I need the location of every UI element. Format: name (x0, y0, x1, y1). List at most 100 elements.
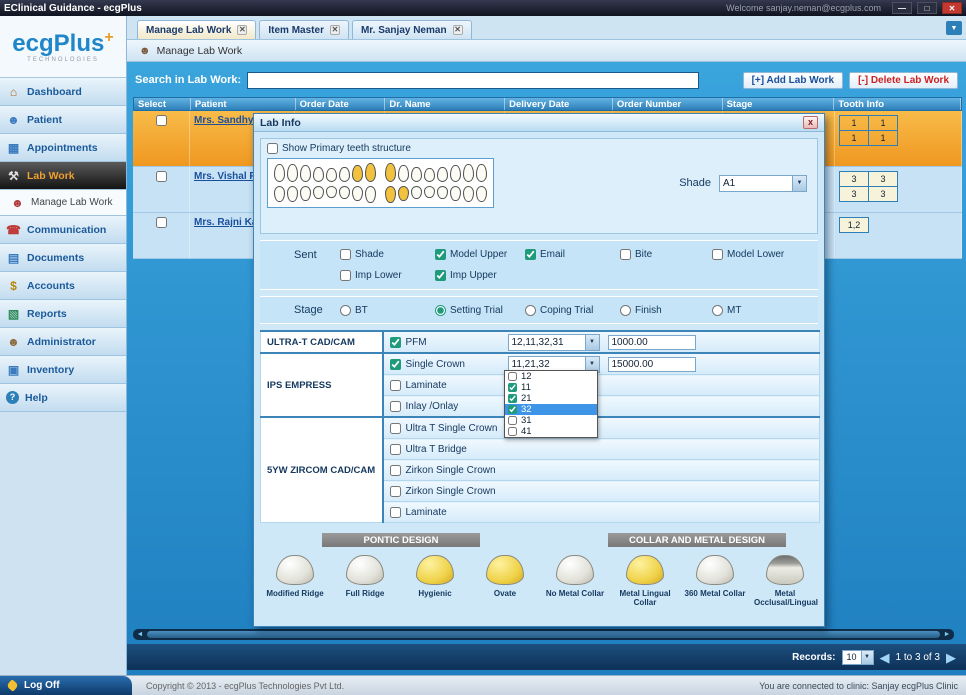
stage-option-coping-trial[interactable]: Coping Trial (525, 304, 620, 316)
tab-item-master[interactable]: Item Master✕ (259, 20, 349, 39)
sidebar-item-communication[interactable]: ☎Communication (0, 216, 126, 244)
sidebar-item-documents[interactable]: ▤Documents (0, 244, 126, 272)
maximize-button[interactable]: □ (917, 2, 937, 14)
tooth-icon[interactable] (437, 186, 448, 199)
tooth-icon[interactable] (352, 186, 363, 201)
tab-manage-lab-work[interactable]: Manage Lab Work✕ (137, 20, 256, 39)
tooth-icon[interactable] (339, 167, 350, 182)
radio[interactable] (435, 305, 446, 316)
show-primary-teeth-checkbox[interactable]: Show Primary teeth structure (267, 143, 811, 154)
tooth-icon[interactable] (411, 167, 422, 182)
product-checkbox-laminate[interactable]: Laminate (390, 380, 500, 391)
sidebar-item-reports[interactable]: ▧Reports (0, 300, 126, 328)
product-checkbox-single-crown[interactable]: Single Crown (390, 359, 500, 370)
tooth-icon[interactable] (287, 186, 298, 202)
checkbox[interactable] (390, 465, 401, 476)
tooth-icon[interactable] (385, 186, 396, 203)
add-lab-work-button[interactable]: [+] Add Lab Work (743, 72, 844, 89)
product-checkbox-laminate[interactable]: Laminate (390, 507, 500, 518)
tooth-icon[interactable] (313, 186, 324, 199)
checkbox[interactable] (156, 171, 167, 182)
tooth-icon[interactable] (463, 164, 474, 182)
log-off-button[interactable]: Log Off (0, 676, 132, 695)
column-header-dr-name[interactable]: Dr. Name (385, 98, 505, 110)
design-option-metal-occlusal-lingual[interactable]: Metal Occlusal/Lingual (750, 555, 820, 607)
sidebar-item-help[interactable]: ?Help (0, 384, 126, 412)
horizontal-scrollbar[interactable]: ◄ ► (133, 629, 954, 640)
shade-select[interactable]: A1 ▼ (719, 175, 807, 192)
design-option-metal-lingual-collar[interactable]: Metal Lingual Collar (610, 555, 680, 607)
checkbox[interactable] (508, 416, 517, 425)
design-option-modified-ridge[interactable]: Modified Ridge (260, 555, 330, 607)
dialog-header[interactable]: Lab Info x (254, 114, 824, 132)
tooth-icon[interactable] (437, 167, 448, 182)
stage-option-bt[interactable]: BT (340, 304, 435, 316)
design-option-no-metal-collar[interactable]: No Metal Collar (540, 555, 610, 607)
checkbox[interactable] (267, 143, 278, 154)
previous-page-button[interactable]: ◀ (880, 651, 890, 664)
sidebar-item-manage-lab-work[interactable]: ☻Manage Lab Work (0, 190, 126, 216)
radio[interactable] (620, 305, 631, 316)
scrollbar-thumb[interactable] (147, 631, 940, 638)
checkbox[interactable] (508, 372, 517, 381)
sent-option-imp-upper[interactable]: Imp Upper (435, 270, 525, 281)
sidebar-item-appointments[interactable]: ▦Appointments (0, 134, 126, 162)
tooth-icon[interactable] (424, 168, 435, 182)
checkbox[interactable] (508, 394, 517, 403)
product-checkbox-zirkon-single-crown[interactable]: Zirkon Single Crown (390, 465, 500, 476)
tooth-icon[interactable] (300, 186, 311, 201)
tab-close-icon[interactable]: ✕ (330, 25, 340, 35)
sidebar-item-administrator[interactable]: ☻Administrator (0, 328, 126, 356)
tooth-icon[interactable] (352, 165, 363, 182)
tooth-icon[interactable] (365, 163, 376, 182)
checkbox[interactable] (390, 359, 401, 370)
sidebar-item-patient[interactable]: ☻Patient (0, 106, 126, 134)
price-input[interactable] (608, 357, 696, 372)
design-option-ovate[interactable]: Ovate (470, 555, 540, 607)
column-header-order-date[interactable]: Order Date (296, 98, 386, 110)
scroll-left-icon[interactable]: ◄ (133, 631, 147, 638)
checkbox[interactable] (508, 427, 517, 436)
sidebar-item-dashboard[interactable]: ⌂Dashboard (0, 78, 126, 106)
tooth-icon[interactable] (385, 163, 396, 182)
scroll-right-icon[interactable]: ► (940, 631, 954, 638)
checkbox[interactable] (712, 249, 723, 260)
tooth-icon[interactable] (398, 186, 409, 201)
sent-option-bite[interactable]: Bite (620, 249, 712, 260)
tooth-icon[interactable] (274, 186, 285, 202)
sidebar-item-lab-work[interactable]: ⚒Lab Work (0, 162, 126, 190)
product-checkbox-pfm[interactable]: PFM (390, 337, 500, 348)
tab-overflow-dropdown[interactable]: ▼ (946, 21, 962, 35)
checkbox[interactable] (390, 423, 401, 434)
minimize-button[interactable]: — (892, 2, 912, 14)
patient-link[interactable]: Mrs. Vishal Ra (194, 171, 262, 182)
search-input[interactable] (247, 72, 699, 89)
tooth-icon[interactable] (450, 165, 461, 182)
teeth-dropdown-option-41[interactable]: 41 (505, 426, 597, 437)
design-option-hygienic[interactable]: Hygienic (400, 555, 470, 607)
close-button[interactable]: ✕ (942, 2, 962, 14)
sidebar-item-accounts[interactable]: $Accounts (0, 272, 126, 300)
checkbox[interactable] (156, 115, 167, 126)
tooth-icon[interactable] (326, 186, 337, 198)
teeth-dropdown-option-12[interactable]: 12 (505, 371, 597, 382)
sent-option-model-lower[interactable]: Model Lower (712, 249, 818, 260)
tooth-icon[interactable] (411, 186, 422, 199)
tooth-icon[interactable] (300, 165, 311, 182)
checkbox[interactable] (340, 249, 351, 260)
product-checkbox-zirkon-single-crown[interactable]: Zirkon Single Crown (390, 486, 500, 497)
checkbox[interactable] (390, 380, 401, 391)
price-input[interactable] (608, 335, 696, 350)
column-header-stage[interactable]: Stage (723, 98, 835, 110)
tooth-icon[interactable] (287, 164, 298, 182)
design-option-full-ridge[interactable]: Full Ridge (330, 555, 400, 607)
column-header-order-number[interactable]: Order Number (613, 98, 723, 110)
checkbox[interactable] (390, 486, 401, 497)
delete-lab-work-button[interactable]: [-] Delete Lab Work (849, 72, 958, 89)
tooth-icon[interactable] (463, 186, 474, 202)
checkbox[interactable] (340, 270, 351, 281)
checkbox[interactable] (435, 249, 446, 260)
design-option-360-metal-collar[interactable]: 360 Metal Collar (680, 555, 750, 607)
product-checkbox-ultra-t-bridge[interactable]: Ultra T Bridge (390, 444, 500, 455)
teeth-dropdown-option-11[interactable]: 11 (505, 382, 597, 393)
